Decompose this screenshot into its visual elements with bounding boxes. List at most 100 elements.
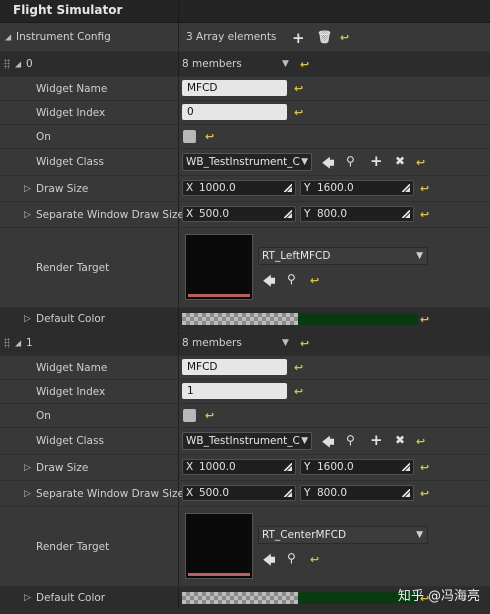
widget-index-label: Widget Index [36,106,106,119]
arrow-left-icon[interactable]: 🡄 [263,272,275,293]
reset-arrow-icon[interactable]: ↩ [420,182,429,195]
reset-arrow-icon[interactable]: ↩ [420,487,429,500]
collapse-arrow-icon[interactable]: ◢ [15,339,21,348]
reset-arrow-icon[interactable]: ↩ [310,553,319,566]
reset-arrow-icon[interactable]: ↩ [420,313,429,326]
search-icon[interactable]: ⚲ [287,272,296,286]
draw-size-x-field[interactable]: X 1000.0 [182,459,296,475]
expand-arrow-icon[interactable]: ▷ [24,210,31,220]
drag-resize-icon [284,463,292,471]
widget-class-row: Widget Class WB_TestInstrument_C ▼ 🡄 ⚲ +… [0,428,490,454]
separate-window-x-field[interactable]: X 500.0 [182,206,296,222]
arrow-left-icon[interactable]: 🡄 [263,551,275,572]
separate-window-draw-size-row: ▷ Separate Window Draw Size X 500.0 Y 80… [0,202,490,227]
chevron-down-icon[interactable]: ▼ [282,59,289,69]
drag-resize-icon [284,184,292,192]
expand-arrow-icon[interactable]: ▷ [24,314,31,324]
reset-arrow-icon[interactable]: ↩ [416,156,425,169]
expand-arrow-icon[interactable]: ▷ [24,184,31,194]
default-color-label: Default Color [36,313,106,325]
separate-window-y-field[interactable]: Y 800.0 [300,485,414,501]
array-count: 3 Array elements [186,31,277,43]
panel-title: Flight Simulator [13,3,123,17]
render-target-combo[interactable]: RT_LeftMFCD ▼ [258,247,428,265]
instrument-config-label: Instrument Config [16,31,111,43]
column-divider [178,0,179,22]
widget-index-input[interactable]: 0 [182,104,287,120]
reset-arrow-icon[interactable]: ↩ [205,409,214,422]
plus-icon[interactable]: + [292,29,305,47]
reset-arrow-icon[interactable]: ↩ [300,58,309,71]
widget-index-row: Widget Index 0 ↩ [0,101,490,124]
drag-resize-icon [402,489,410,497]
search-icon[interactable]: ⚲ [346,433,355,447]
separate-window-y-field[interactable]: Y 800.0 [300,206,414,222]
reset-arrow-icon[interactable]: ↩ [420,461,429,474]
reset-arrow-icon[interactable]: ↩ [416,435,425,448]
drag-resize-icon [284,210,292,218]
on-checkbox[interactable] [183,409,196,422]
draw-size-row: ▷ Draw Size X 1000.0 Y 1600.0 ↩ [0,176,490,201]
default-color-swatch[interactable] [182,313,418,325]
draw-size-y-field[interactable]: Y 1600.0 [300,180,414,196]
drag-handle-icon[interactable] [4,338,10,348]
widget-name-input[interactable]: MFCD [182,359,287,375]
on-checkbox[interactable] [183,130,196,143]
on-row: On ↩ [0,125,490,148]
close-icon[interactable]: ✖ [395,433,405,447]
arrow-left-icon[interactable]: 🡄 [322,433,334,454]
draw-size-y-field[interactable]: Y 1600.0 [300,459,414,475]
widget-class-combo[interactable]: WB_TestInstrument_C ▼ [182,153,312,171]
close-icon[interactable]: ✖ [395,154,405,168]
plus-icon[interactable]: + [370,152,383,170]
render-target-value: RT_LeftMFCD [262,250,331,262]
search-icon[interactable]: ⚲ [346,154,355,168]
widget-class-value: WB_TestInstrument_C [186,435,300,447]
reset-arrow-icon[interactable]: ↩ [205,130,214,143]
plus-icon[interactable]: + [370,431,383,449]
expand-arrow-icon[interactable]: ▷ [24,463,31,473]
widget-index-input[interactable]: 1 [182,383,287,399]
drag-resize-icon [402,184,410,192]
arrow-left-icon[interactable]: 🡄 [322,154,334,175]
reset-arrow-icon[interactable]: ↩ [294,82,303,95]
element-index-label: 0 [26,58,33,70]
separate-window-x-field[interactable]: X 500.0 [182,485,296,501]
widget-name-label: Widget Name [36,361,108,374]
default-color-swatch[interactable] [182,592,418,604]
expand-arrow-icon[interactable]: ▷ [24,489,31,499]
axis-y-label: Y [304,487,311,499]
reset-arrow-icon[interactable]: ↩ [300,337,309,350]
widget-name-row: Widget Name MFCD ↩ [0,356,490,379]
alpha-checker [182,592,298,604]
reset-arrow-icon[interactable]: ↩ [310,274,319,287]
reset-arrow-icon[interactable]: ↩ [294,361,303,374]
default-color-label: Default Color [36,592,106,604]
render-target-label: Render Target [36,540,110,553]
render-target-combo[interactable]: RT_CenterMFCD ▼ [258,526,428,544]
widget-class-combo[interactable]: WB_TestInstrument_C ▼ [182,432,312,450]
reset-arrow-icon[interactable]: ↩ [294,385,303,398]
collapse-arrow-icon[interactable]: ◢ [15,60,21,69]
chevron-down-icon[interactable]: ▼ [282,338,289,348]
render-target-row: Render Target RT_LeftMFCD ▼ 🡄 ⚲ ↩ [0,228,490,307]
widget-class-value: WB_TestInstrument_C [186,156,300,168]
search-icon[interactable]: ⚲ [287,551,296,565]
widget-class-label: Widget Class [36,156,104,168]
default-color-row: ▷ Default Color ↩ [0,308,490,330]
draw-size-x-field[interactable]: X 1000.0 [182,180,296,196]
chevron-down-icon: ▼ [301,436,308,446]
reset-arrow-icon[interactable]: ↩ [294,106,303,119]
reset-arrow-icon[interactable]: ↩ [420,208,429,221]
trash-icon[interactable]: 🗑 [317,30,332,44]
drag-handle-icon[interactable] [4,59,10,69]
on-label: On [36,130,51,143]
reset-arrow-icon[interactable]: ↩ [340,31,349,44]
axis-x-label: X [186,461,194,473]
render-target-thumbnail[interactable] [185,234,253,300]
expand-arrow-icon[interactable]: ▷ [24,593,31,603]
render-target-thumbnail[interactable] [185,513,253,579]
collapse-arrow-icon[interactable]: ◢ [5,33,11,42]
widget-name-input[interactable]: MFCD [182,80,287,96]
render-target-value: RT_CenterMFCD [262,529,347,541]
